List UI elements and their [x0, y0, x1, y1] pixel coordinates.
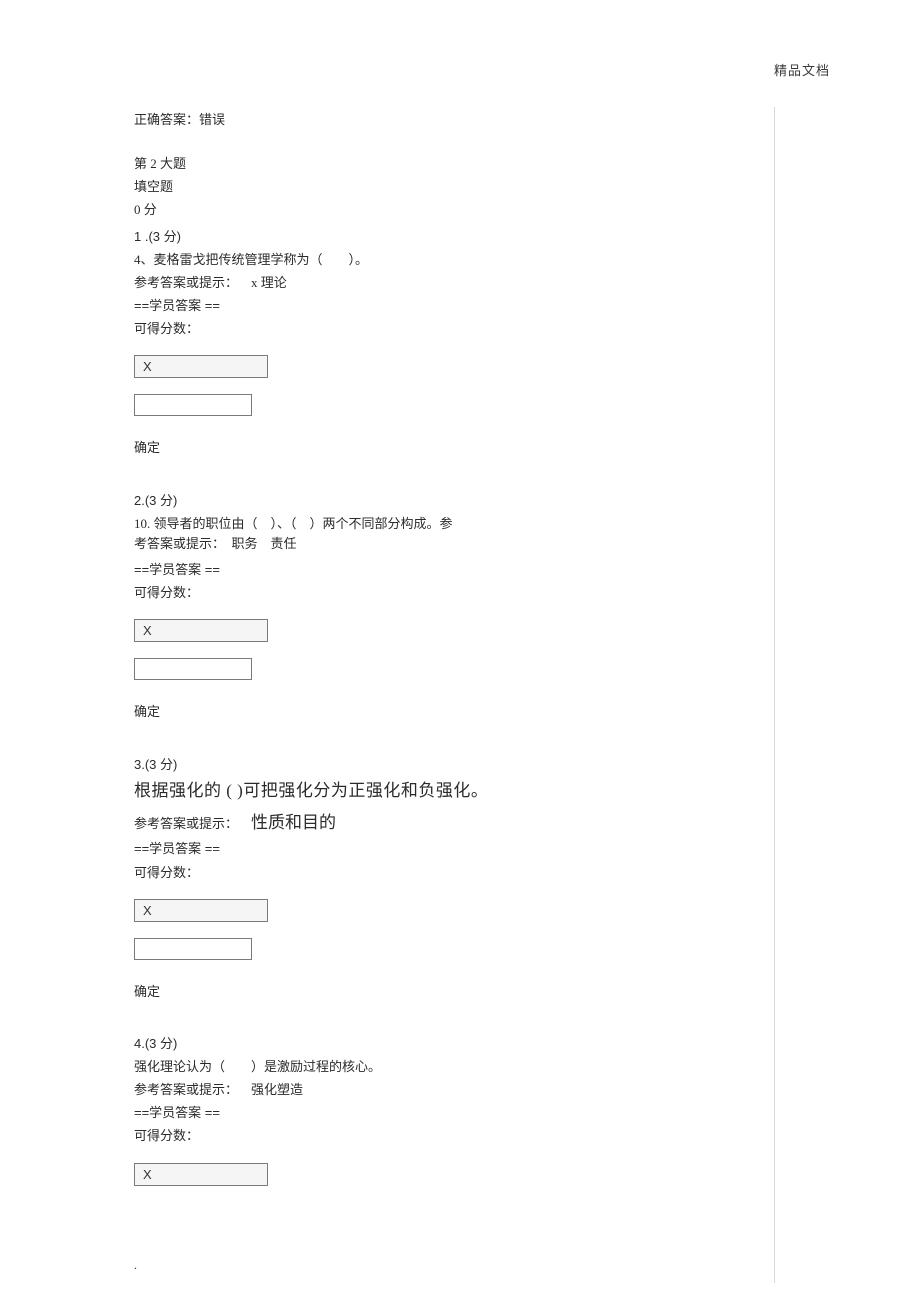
section-score: 0 分	[134, 200, 774, 220]
q1-hint-label: 参考答案或提示：	[134, 275, 238, 290]
q3-body: 根据强化的 ( )可把强化分为正强化和负强化。	[134, 778, 774, 804]
q3-hint-answer: 性质和目的	[251, 813, 336, 832]
main-content: 正确答案：错误 第 2 大题 填空题 0 分 1 .(3 分) 4、麦格雷戈把传…	[134, 110, 774, 1192]
q1-score-input-1[interactable]: X	[134, 355, 268, 378]
q3-hint: 参考答案或提示： 性质和目的	[134, 810, 774, 836]
q3-confirm[interactable]: 确定	[134, 982, 774, 1002]
q3-hint-label: 参考答案或提示：	[134, 816, 238, 831]
correct-answer-line: 正确答案：错误	[134, 110, 774, 130]
q4-number: 4.(3 分)	[134, 1034, 774, 1054]
q2-body: 10. 领导者的职位由（ ）、（ ）两个不同部分构成。参考答案或提示： 职务 责…	[134, 514, 464, 554]
q4-body: 强化理论认为（ ）是激励过程的核心。	[134, 1057, 774, 1077]
page-watermark: 精品文档	[774, 60, 830, 79]
q1-score-input-2[interactable]	[134, 394, 252, 416]
q4-student-label: ==学员答案 ==	[134, 1103, 774, 1123]
q1-score-label: 可得分数：	[134, 319, 774, 339]
q3-student-label: ==学员答案 ==	[134, 839, 774, 859]
q4-hint-label: 参考答案或提示：	[134, 1082, 238, 1097]
q4-score-label: 可得分数：	[134, 1126, 774, 1146]
footer-dot: .	[134, 1258, 137, 1273]
q2-confirm[interactable]: 确定	[134, 702, 774, 722]
q3-number: 3.(3 分)	[134, 755, 774, 775]
q3-score-input-2[interactable]	[134, 938, 252, 960]
section-type: 填空题	[134, 177, 774, 197]
q4-hint: 参考答案或提示： 强化塑造	[134, 1080, 774, 1100]
q1-hint: 参考答案或提示： x 理论	[134, 273, 774, 293]
q2-score-label: 可得分数：	[134, 583, 774, 603]
section-title: 第 2 大题	[134, 154, 774, 174]
q1-confirm[interactable]: 确定	[134, 438, 774, 458]
q1-hint-answer: x 理论	[251, 275, 287, 290]
right-vertical-rule	[774, 107, 775, 1283]
q3-score-input-1[interactable]: X	[134, 899, 268, 922]
q1-body: 4、麦格雷戈把传统管理学称为（ ）。	[134, 250, 774, 270]
q3-score-label: 可得分数：	[134, 863, 774, 883]
q2-score-input-2[interactable]	[134, 658, 252, 680]
q2-number: 2.(3 分)	[134, 491, 774, 511]
q4-score-input-1[interactable]: X	[134, 1163, 268, 1186]
q2-student-label: ==学员答案 ==	[134, 560, 774, 580]
q4-hint-answer: 强化塑造	[251, 1082, 303, 1097]
q1-number: 1 .(3 分)	[134, 227, 774, 247]
q1-student-label: ==学员答案 ==	[134, 296, 774, 316]
q2-score-input-1[interactable]: X	[134, 619, 268, 642]
